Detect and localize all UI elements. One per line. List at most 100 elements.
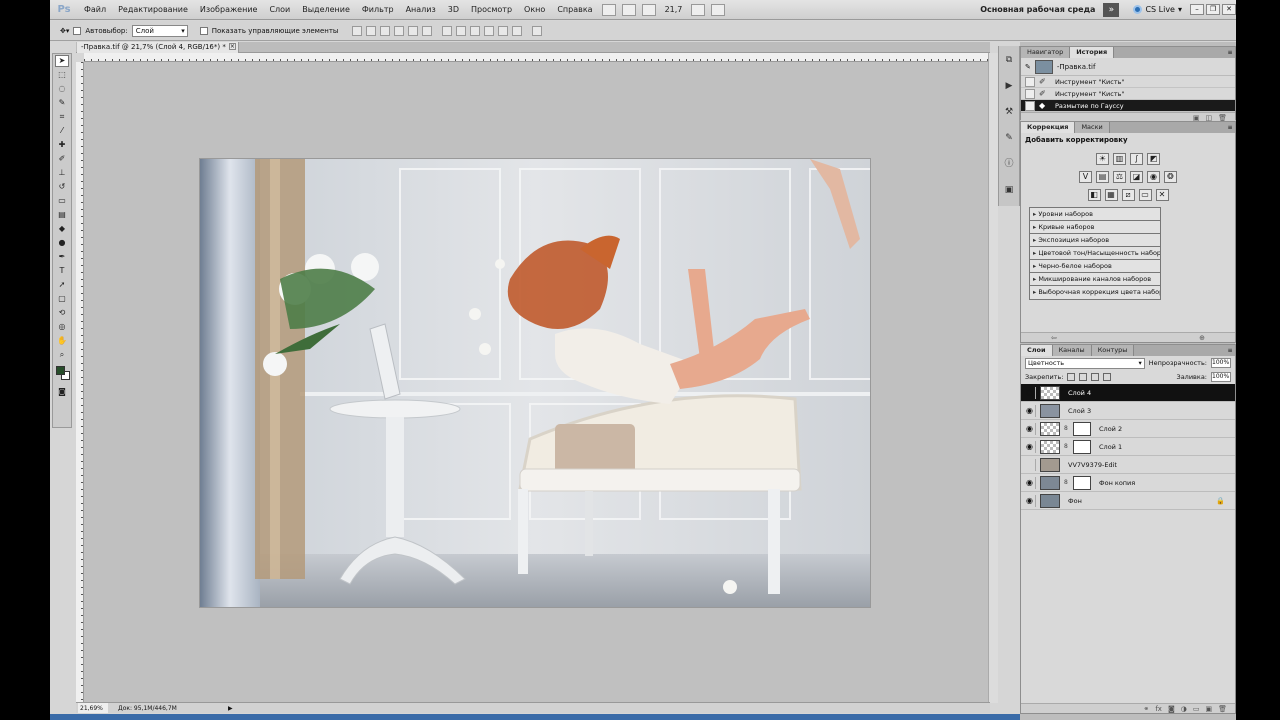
tab-navigator[interactable]: Навигатор: [1021, 47, 1071, 58]
curves-icon[interactable]: ∫: [1130, 153, 1143, 165]
history-snapshot[interactable]: ✎ -Правка.tif: [1021, 58, 1235, 76]
healing-brush-tool-icon[interactable]: ✚: [55, 139, 69, 151]
link-layers-icon[interactable]: ⚭: [1143, 704, 1149, 713]
tab-channels[interactable]: Каналы: [1052, 345, 1092, 356]
layer-mask-thumbnail[interactable]: [1073, 421, 1091, 436]
invert-icon[interactable]: ◧: [1087, 189, 1101, 201]
opacity-input[interactable]: 100%: [1211, 358, 1231, 368]
vibrance-icon[interactable]: V: [1079, 171, 1092, 183]
menu-filter[interactable]: Фильтр: [356, 5, 400, 14]
layer-thumbnail[interactable]: [1040, 457, 1060, 472]
new-layer-icon[interactable]: ▣: [1205, 704, 1212, 713]
menu-help[interactable]: Справка: [551, 5, 598, 14]
posterize-icon[interactable]: ▦: [1104, 189, 1118, 201]
hue-saturation-icon[interactable]: ▤: [1096, 171, 1109, 183]
layer-link-icon[interactable]: ⊕: [1199, 333, 1205, 342]
path-select-tool-icon[interactable]: ➚: [55, 279, 69, 291]
align-left-icon[interactable]: [394, 25, 405, 36]
preset-levels[interactable]: Уровни наборов: [1030, 208, 1160, 221]
color-balance-icon[interactable]: ⚖: [1113, 171, 1126, 183]
minibridge-button[interactable]: [621, 3, 636, 16]
black-white-icon[interactable]: ◪: [1130, 171, 1143, 183]
exposure-icon[interactable]: ◩: [1147, 153, 1160, 165]
brightness-contrast-icon[interactable]: ☀: [1096, 153, 1109, 165]
layer-row[interactable]: ◉ Слой 3: [1021, 402, 1235, 420]
preset-selective-color[interactable]: Выборочная коррекция цвета наборов: [1030, 286, 1160, 299]
tab-paths[interactable]: Контуры: [1091, 345, 1135, 356]
panel-menu-icon[interactable]: ≡: [1225, 122, 1235, 133]
auto-align-icon[interactable]: [532, 25, 543, 36]
layer-row[interactable]: ◉ Фон 🔒: [1021, 492, 1235, 510]
panel-menu-icon[interactable]: ≡: [1225, 345, 1235, 356]
close-tab-icon[interactable]: ×: [228, 43, 236, 50]
canvas-area[interactable]: [84, 62, 988, 702]
visibility-eye-icon[interactable]: ◉: [1024, 494, 1036, 507]
preset-channel-mixer[interactable]: Микширование каналов наборов: [1030, 273, 1160, 286]
workspace-name[interactable]: Основная рабочая среда: [972, 5, 1103, 14]
visibility-eye-icon[interactable]: ◉: [1024, 404, 1036, 417]
history-step[interactable]: ✐ Инструмент "Кисть": [1021, 76, 1235, 88]
layer-row[interactable]: ◉ 8 Фон копия: [1021, 474, 1235, 492]
delete-layer-icon[interactable]: 🗑: [1218, 704, 1227, 713]
move-tool-preset-icon[interactable]: ✥▾: [60, 27, 69, 35]
actions-panel-icon[interactable]: ▶: [1002, 80, 1016, 92]
layer-row[interactable]: ◉ Слой 4: [1021, 384, 1235, 402]
minimize-button[interactable]: –: [1190, 4, 1204, 15]
layer-row[interactable]: ◉ 8 Слой 1: [1021, 438, 1235, 456]
workspace-more-icon[interactable]: »: [1103, 2, 1120, 17]
quick-select-tool-icon[interactable]: ✎: [55, 97, 69, 109]
fill-input[interactable]: 100%: [1211, 372, 1231, 382]
horizontal-ruler[interactable]: [84, 53, 990, 62]
preset-black-white[interactable]: Черно-белое наборов: [1030, 260, 1160, 273]
vertical-scrollbar[interactable]: [988, 53, 998, 703]
history-source-checkbox[interactable]: [1025, 76, 1035, 87]
layer-thumbnail[interactable]: [1040, 403, 1060, 418]
layer-style-icon[interactable]: fx: [1155, 704, 1162, 713]
visibility-eye-icon[interactable]: [1024, 458, 1036, 471]
preset-hue-saturation[interactable]: Цветовой тон/Насыщенность наборов: [1030, 247, 1160, 260]
autoselect-checkbox[interactable]: [73, 26, 82, 35]
lock-all-icon[interactable]: [1103, 373, 1112, 381]
menu-select[interactable]: Выделение: [296, 5, 356, 14]
menu-3d[interactable]: 3D: [442, 5, 465, 14]
view-extras-button[interactable]: [641, 3, 656, 16]
styles-panel-icon[interactable]: ▣: [1002, 184, 1016, 196]
blend-mode-select[interactable]: Цветность: [1025, 357, 1145, 369]
mask-link-icon[interactable]: 8: [1064, 425, 1069, 432]
screen-mode-button[interactable]: [711, 3, 726, 16]
document-tab[interactable]: -Правка.tif @ 21,7% (Слой 4, RGB/16*) * …: [77, 42, 239, 53]
history-step[interactable]: ✐ Инструмент "Кисть": [1021, 88, 1235, 100]
layer-name[interactable]: Фон: [1068, 497, 1082, 505]
gradient-tool-icon[interactable]: ▤: [55, 209, 69, 221]
eraser-tool-icon[interactable]: ▭: [55, 195, 69, 207]
tab-history[interactable]: История: [1070, 47, 1115, 58]
mask-link-icon[interactable]: 8: [1064, 479, 1069, 486]
distribute-left-icon[interactable]: [484, 25, 495, 36]
zoom-level-select[interactable]: 21,7: [659, 5, 689, 14]
menu-view[interactable]: Просмотр: [465, 5, 518, 14]
layer-row[interactable]: ◉ 8 Слой 2: [1021, 420, 1235, 438]
status-doc-size[interactable]: Док: 95,1M/446,7M: [118, 703, 218, 713]
mask-link-icon[interactable]: 8: [1064, 443, 1069, 450]
return-to-list-icon[interactable]: ⇦: [1051, 333, 1057, 342]
layer-row[interactable]: VV7V9379-Edit: [1021, 456, 1235, 474]
pen-tool-icon[interactable]: ✒: [55, 251, 69, 263]
bridge-button[interactable]: [601, 3, 616, 16]
layer-thumbnail[interactable]: [1040, 439, 1060, 454]
3d-orbit-tool-icon[interactable]: ◎: [55, 321, 69, 333]
status-arrow-icon[interactable]: ▶: [228, 703, 233, 713]
new-adjustment-layer-icon[interactable]: ◑: [1181, 704, 1187, 713]
dodge-tool-icon[interactable]: ●: [55, 237, 69, 249]
marquee-tool-icon[interactable]: ⬚: [55, 69, 69, 81]
preset-exposure[interactable]: Экспозиция наборов: [1030, 234, 1160, 247]
distribute-vcenter-icon[interactable]: [456, 25, 467, 36]
eyedropper-tool-icon[interactable]: ⁄: [55, 125, 69, 137]
photo-filter-icon[interactable]: ◉: [1147, 171, 1160, 183]
layer-mask-thumbnail[interactable]: [1073, 439, 1091, 454]
layer-thumbnail[interactable]: [1040, 421, 1060, 436]
status-zoom[interactable]: 21,69%: [78, 703, 108, 713]
brush-tool-icon[interactable]: ✐: [55, 153, 69, 165]
layer-name[interactable]: Слой 3: [1068, 407, 1091, 415]
vertical-ruler[interactable]: [76, 62, 84, 702]
menu-layers[interactable]: Слои: [263, 5, 296, 14]
